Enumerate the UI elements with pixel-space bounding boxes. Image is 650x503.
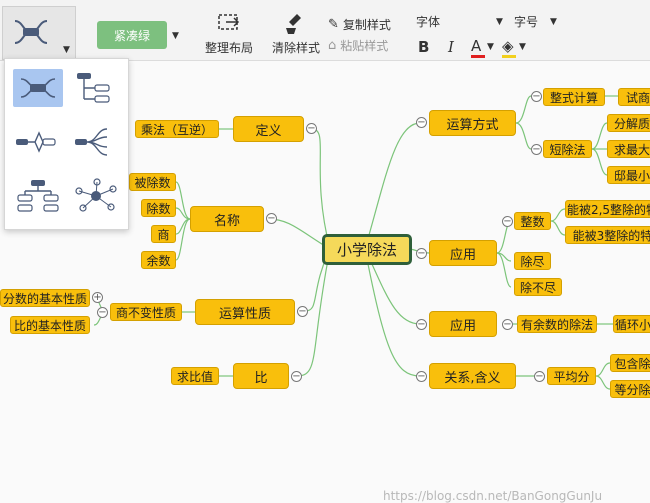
- free-layout-icon: [75, 178, 117, 212]
- font-color-button[interactable]: A ▼: [471, 37, 495, 58]
- paste-style-icon: ⌂: [328, 38, 337, 53]
- paste-style-label: 粘贴样式: [340, 39, 389, 53]
- node-relation-grand[interactable]: 等分除: [610, 380, 650, 398]
- collapse-toggle-icon[interactable]: −: [531, 144, 542, 155]
- copy-style-icon: ✎: [328, 17, 339, 32]
- fill-color-button[interactable]: ◈ ▼: [502, 37, 528, 58]
- italic-button[interactable]: I: [448, 38, 454, 56]
- node-name-child[interactable]: 商: [151, 225, 176, 243]
- node-apply2-grand[interactable]: 循环小: [613, 315, 650, 333]
- theme-dropdown-icon[interactable]: ▼: [172, 31, 179, 41]
- root-node[interactable]: 小学除法: [322, 234, 412, 265]
- node-definition-child[interactable]: 乘法（互逆）: [135, 120, 219, 138]
- font-size-label: 字号: [514, 15, 539, 29]
- fishbone-icon: [75, 128, 108, 156]
- branch-definition[interactable]: 定义: [233, 116, 304, 142]
- mindmap-layout-icon: [14, 20, 48, 44]
- node-method-grand[interactable]: 分解质: [607, 114, 650, 132]
- node-method-child[interactable]: 短除法: [543, 140, 592, 158]
- mindmap-layout-icon: [20, 78, 56, 98]
- copy-style-button[interactable]: ✎ 复制样式: [328, 16, 391, 33]
- node-method-grand[interactable]: 试商: [618, 88, 650, 106]
- branch-method[interactable]: 运算方式: [429, 110, 516, 136]
- collapse-toggle-icon[interactable]: −: [306, 123, 317, 134]
- layout-option-org-down[interactable]: [13, 177, 63, 215]
- paste-style-button[interactable]: ⌂ 粘贴样式: [328, 37, 388, 54]
- layout-option-logic[interactable]: [13, 123, 63, 161]
- copy-style-label: 复制样式: [342, 18, 391, 32]
- clear-style-label: 清除样式: [271, 41, 320, 55]
- brush-icon: [286, 14, 301, 34]
- collapse-toggle-icon[interactable]: −: [291, 371, 302, 382]
- branch-ratio[interactable]: 比: [233, 363, 289, 389]
- paint-bucket-icon: ◈: [502, 37, 514, 55]
- org-chart-right-icon: [77, 73, 110, 103]
- branch-apply-1[interactable]: 应用: [429, 240, 497, 266]
- node-name-child[interactable]: 除数: [141, 199, 176, 217]
- collapse-toggle-icon[interactable]: −: [297, 306, 308, 317]
- font-color-label: A: [471, 37, 482, 55]
- layout-option-fishbone[interactable]: [71, 123, 121, 161]
- font-size-select[interactable]: 字号 ▼: [514, 13, 564, 31]
- org-chart-down-icon: [17, 180, 59, 212]
- node-apply-grand[interactable]: 能被2,5整除的特: [565, 200, 650, 218]
- layout-option-mindmap[interactable]: [13, 69, 63, 107]
- collapse-toggle-icon[interactable]: −: [531, 91, 542, 102]
- collapse-toggle-icon[interactable]: −: [416, 371, 427, 382]
- bold-button[interactable]: B: [418, 38, 429, 56]
- node-apply-child[interactable]: 除不尽: [514, 278, 562, 296]
- layout-dropdown-button[interactable]: ▼: [2, 6, 76, 60]
- collapse-toggle-icon[interactable]: −: [266, 213, 277, 224]
- chevron-down-icon: ▼: [63, 45, 70, 55]
- collapse-toggle-icon[interactable]: −: [502, 319, 513, 330]
- logic-chart-icon: [16, 131, 56, 153]
- font-family-label: 字体: [416, 15, 441, 29]
- node-apply-child[interactable]: 除尽: [514, 252, 551, 270]
- collapse-toggle-icon[interactable]: −: [416, 248, 427, 259]
- branch-apply-2[interactable]: 应用: [429, 311, 497, 337]
- chevron-down-icon: ▼: [550, 17, 557, 27]
- collapse-toggle-icon[interactable]: −: [502, 216, 513, 227]
- clear-style-button[interactable]: 清除样式: [270, 12, 322, 56]
- node-name-child[interactable]: 被除数: [129, 173, 176, 191]
- layout-option-org-right[interactable]: [71, 69, 121, 107]
- node-method-grand[interactable]: 邸最小: [607, 166, 650, 184]
- font-family-select[interactable]: 字体 ▼: [416, 13, 506, 31]
- node-relation-child[interactable]: 平均分: [547, 367, 596, 385]
- node-property-grand[interactable]: 分数的基本性质: [0, 289, 90, 307]
- node-method-child[interactable]: 整式计算: [543, 88, 605, 106]
- node-ratio-child[interactable]: 求比值: [171, 367, 219, 385]
- collapse-toggle-icon[interactable]: −: [416, 319, 427, 330]
- node-method-grand[interactable]: 求最大: [607, 140, 650, 158]
- node-apply-child[interactable]: 整数: [514, 212, 551, 230]
- chevron-down-icon: ▼: [487, 42, 494, 52]
- branch-property[interactable]: 运算性质: [195, 299, 295, 325]
- theme-button[interactable]: 紧凑绿: [97, 21, 167, 49]
- node-name-child[interactable]: 余数: [141, 251, 176, 269]
- watermark: https://blog.csdn.net/BanGongGunJu: [383, 489, 603, 503]
- layout-options-panel: [4, 58, 129, 230]
- organize-layout-button[interactable]: 整理布局: [203, 12, 255, 56]
- toolbar: ▼ 紧凑绿 ▼ 整理布局 清除样式 ✎ 复制样式 ⌂ 粘贴样式 字体 ▼ 字号 …: [0, 0, 650, 61]
- fill-color-bar: [502, 55, 516, 58]
- node-property-child[interactable]: 商不变性质: [110, 303, 182, 321]
- chevron-down-icon: ▼: [519, 42, 526, 52]
- node-apply2-child[interactable]: 有余数的除法: [517, 315, 597, 333]
- font-color-bar: [471, 55, 485, 58]
- chevron-down-icon: ▼: [496, 17, 503, 27]
- collapse-toggle-icon[interactable]: −: [416, 117, 427, 128]
- node-property-grand[interactable]: 比的基本性质: [10, 316, 90, 334]
- collapse-toggle-icon[interactable]: −: [534, 371, 545, 382]
- node-relation-grand[interactable]: 包含除: [610, 354, 650, 372]
- collapse-toggle-icon[interactable]: −: [97, 307, 108, 318]
- branch-relation[interactable]: 关系,含义: [429, 363, 516, 389]
- node-apply-grand[interactable]: 能被3整除的特: [565, 226, 650, 244]
- expand-toggle-icon[interactable]: +: [92, 292, 103, 303]
- layout-option-free[interactable]: [71, 177, 121, 215]
- organize-layout-icon: [218, 14, 240, 30]
- organize-layout-label: 整理布局: [204, 41, 253, 55]
- branch-name[interactable]: 名称: [190, 206, 264, 232]
